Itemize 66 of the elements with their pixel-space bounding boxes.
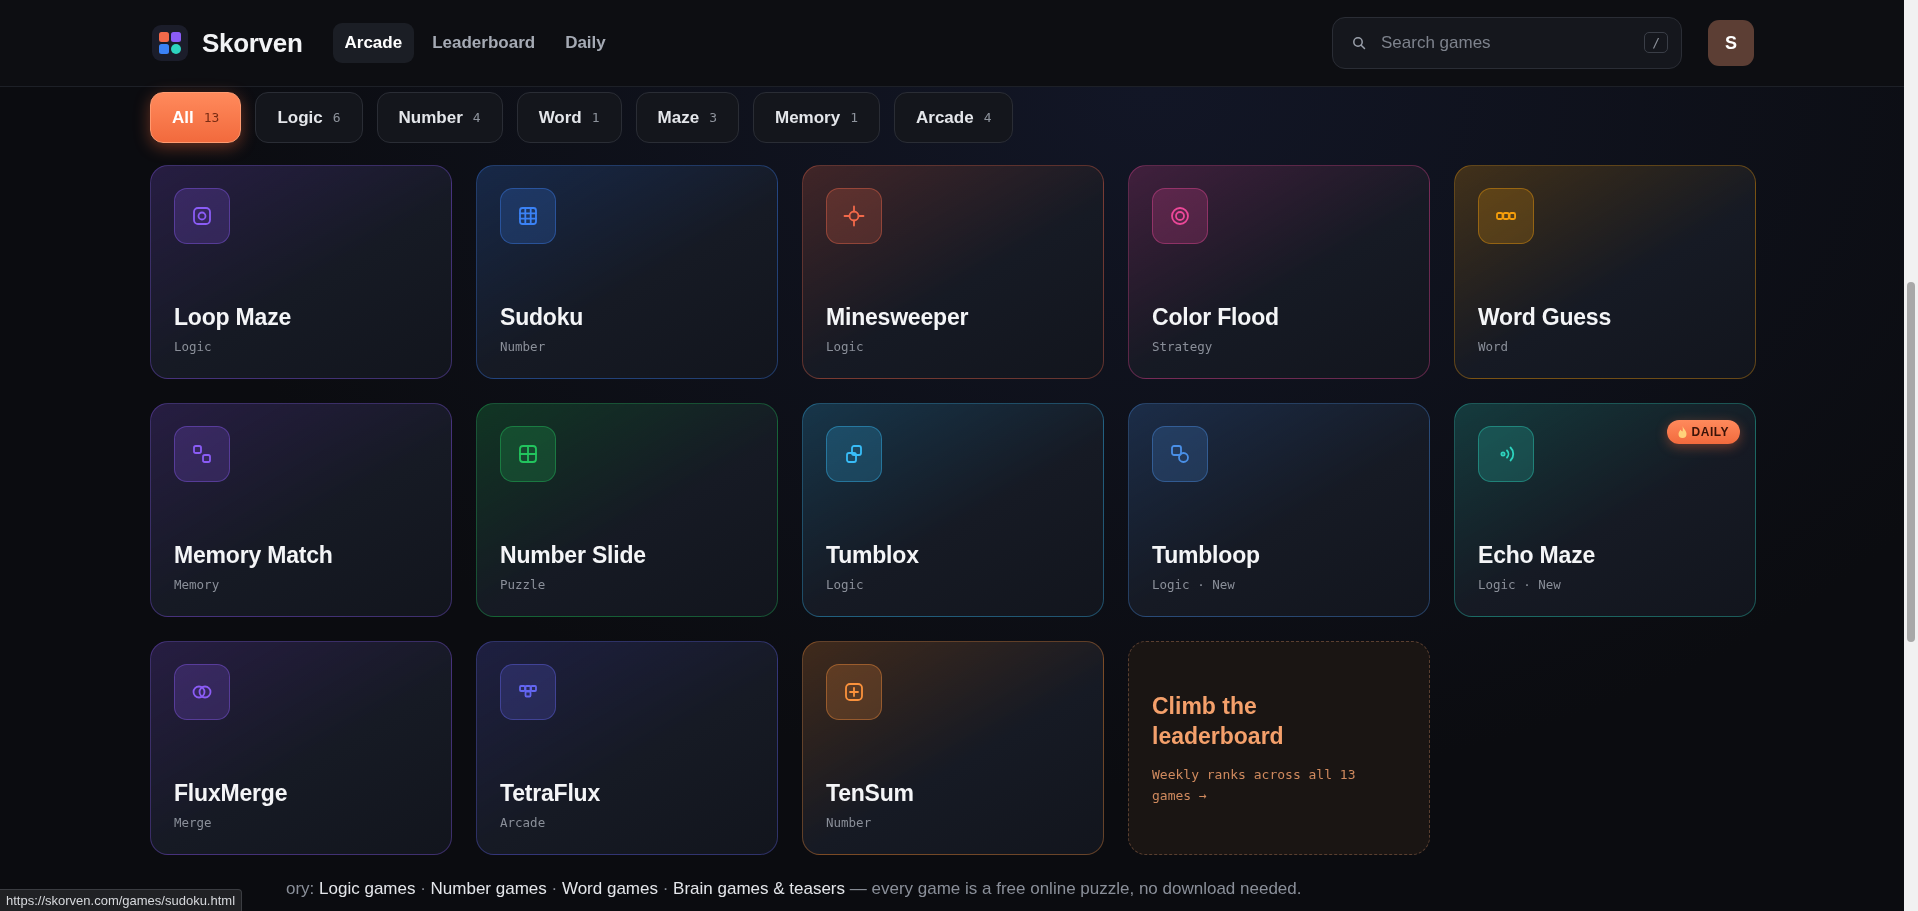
game-card[interactable]: DAILY Echo Maze Logic · New	[1454, 403, 1756, 617]
game-card[interactable]: FluxMerge Merge	[150, 641, 452, 855]
game-title: Sudoku	[500, 304, 585, 331]
filter-chip[interactable]: Logic 6	[255, 92, 363, 143]
game-title: Word Guess	[1478, 304, 1613, 331]
game-category: Logic	[174, 339, 213, 354]
game-category: Logic · New	[1478, 577, 1562, 592]
game-category: Strategy	[1152, 339, 1214, 354]
shortcut-key: /	[1644, 32, 1668, 53]
game-category: Logic · New	[1152, 577, 1236, 592]
game-category: Word	[1478, 339, 1510, 354]
link-status-bar: https://skorven.com/games/sudoku.html	[0, 889, 243, 911]
game-category: Number	[826, 815, 873, 830]
filter-chip[interactable]: Maze 3	[635, 92, 739, 143]
game-card[interactable]: Tumbloop Logic · New	[1128, 403, 1430, 617]
game-title: Echo Maze	[1478, 542, 1597, 569]
game-card[interactable]: TetraFlux Arcade	[476, 641, 778, 855]
game-card[interactable]: Minesweeper Logic	[802, 165, 1104, 379]
game-category: Merge	[174, 815, 213, 830]
category-link[interactable]: Brain games & teasers	[673, 879, 846, 898]
game-card[interactable]: Loop Maze Logic	[150, 165, 452, 379]
badge-label: DAILY	[1691, 425, 1729, 439]
game-title: Tumbloop	[1152, 542, 1261, 569]
game-title: Tumblox	[826, 542, 920, 569]
category-link[interactable]: Word games	[561, 879, 658, 898]
game-category: Arcade	[500, 815, 547, 830]
game-title: Memory Match	[174, 542, 334, 569]
game-card[interactable]: Tumblox Logic	[802, 403, 1104, 617]
game-category: Memory	[174, 577, 221, 592]
game-title: TenSum	[826, 780, 915, 807]
game-category: Number	[500, 339, 547, 354]
filter-chip[interactable]: Memory 1	[753, 92, 880, 143]
nav-link[interactable]: Daily	[553, 23, 618, 63]
game-card[interactable]: Memory Match Memory	[150, 403, 452, 617]
brand-name[interactable]: Skorven	[202, 27, 303, 59]
flame-icon	[1677, 426, 1687, 438]
game-title: Number Slide	[500, 542, 647, 569]
footer-text: ory: Logic games · Number games · Word games · Brain games & teasers — every game is a free online puzzle, no download needed.	[286, 879, 1303, 899]
nav-link[interactable]: Leaderboard	[420, 23, 548, 63]
promo-text: Weekly ranks across all 13 games →	[1152, 765, 1357, 806]
scrollbar[interactable]	[1904, 0, 1918, 911]
game-card[interactable]: Sudoku Number	[476, 165, 778, 379]
game-card[interactable]: Number Slide Puzzle	[476, 403, 778, 617]
game-category: Puzzle	[500, 577, 547, 592]
filter-chip[interactable]: Arcade 4	[894, 92, 1014, 143]
game-title: FluxMerge	[174, 780, 289, 807]
promo-title: Climb the leaderboard	[1152, 692, 1285, 751]
logo-icon	[152, 25, 188, 61]
game-title: Loop Maze	[174, 304, 293, 331]
game-title: Color Flood	[1152, 304, 1280, 331]
nav-link[interactable]: Arcade	[332, 23, 415, 63]
game-category: Logic	[826, 577, 865, 592]
avatar[interactable]: S	[1708, 20, 1754, 66]
game-category: Logic	[826, 339, 865, 354]
category-link[interactable]: Number games	[430, 879, 547, 898]
game-card[interactable]: TenSum Number	[802, 641, 1104, 855]
category-link[interactable]: Logic games	[319, 879, 416, 898]
game-card[interactable]: Color Flood Strategy	[1128, 165, 1430, 379]
game-card[interactable]: Word Guess Word	[1454, 165, 1756, 379]
game-title: TetraFlux	[500, 780, 601, 807]
filter-chip[interactable]: All 13	[150, 92, 242, 143]
filter-chip[interactable]: Number 4	[376, 92, 503, 143]
filter-chip[interactable]: Word 1	[516, 92, 622, 143]
game-title: Minesweeper	[826, 304, 970, 331]
leaderboard-promo-card[interactable]: Climb the leaderboard Weekly ranks across all 13 games →	[1128, 641, 1430, 855]
scrollbar-thumb[interactable]	[1907, 282, 1915, 642]
